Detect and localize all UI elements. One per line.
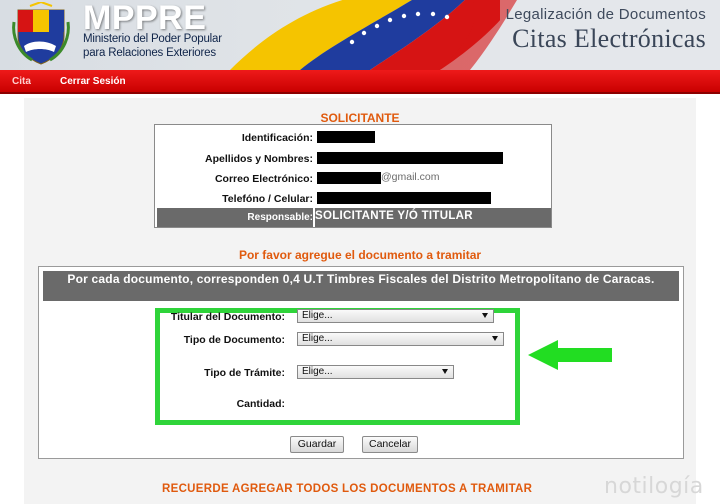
name-label: Apellidos y Nombres: bbox=[205, 153, 313, 165]
applicant-row-email: Correo Electrónico: @gmail.com bbox=[155, 169, 551, 189]
tipo-tramite-select-value: Elige... bbox=[302, 366, 333, 377]
tipo-documento-label: Tipo de Documento: bbox=[183, 334, 285, 346]
fiscal-stamps-notice: Por cada documento, corresponden 0,4 U.T… bbox=[43, 271, 679, 301]
tipo-documento-select[interactable]: Elige... bbox=[297, 332, 504, 346]
venezuela-coat-of-arms-icon bbox=[12, 2, 70, 65]
applicant-row-responsible: Responsable: SOLICITANTE Y/Ó TITULAR bbox=[157, 208, 551, 227]
nav-item-cita[interactable]: Cita bbox=[12, 76, 31, 87]
cantidad-label: Cantidad: bbox=[236, 398, 285, 410]
notilogia-watermark: notilogía bbox=[604, 474, 704, 499]
applicant-info-box: Identificación: Apellidos y Nombres: Cor… bbox=[154, 124, 552, 228]
id-label: Identificación: bbox=[241, 132, 313, 144]
save-button[interactable]: Guardar bbox=[290, 436, 344, 453]
email-label: Correo Electrónico: bbox=[214, 173, 313, 185]
phone-label: Telefóno / Celular: bbox=[222, 193, 313, 205]
name-redacted-value bbox=[317, 152, 503, 164]
content-panel: SOLICITANTE Identificación: Apellidos y … bbox=[24, 98, 696, 504]
tipo-tramite-label: Tipo de Trámite: bbox=[204, 367, 285, 379]
banner-title-citas: Citas Electrónicas bbox=[512, 24, 706, 53]
tipo-documento-select-value: Elige... bbox=[302, 333, 333, 344]
applicant-row-id: Identificación: bbox=[155, 128, 551, 148]
email-redacted-value bbox=[317, 172, 381, 184]
documents-section-title: Por favor agregue el documento a tramita… bbox=[238, 248, 482, 262]
tipo-tramite-select[interactable]: Elige... bbox=[297, 365, 454, 379]
chevron-down-icon bbox=[492, 336, 498, 341]
brand-subtitle-2: para Relaciones Exteriores bbox=[83, 47, 216, 59]
applicant-row-name: Apellidos y Nombres: bbox=[155, 149, 551, 169]
brand-subtitle-1: Ministerio del Poder Popular bbox=[83, 33, 222, 45]
responsible-label: Responsable: bbox=[247, 212, 313, 223]
cancel-button[interactable]: Cancelar bbox=[362, 436, 418, 453]
applicant-row-phone: Telefóno / Celular: bbox=[155, 189, 551, 209]
applicant-section-title: SOLICITANTE bbox=[320, 111, 400, 125]
nav-item-cerrar-sesion[interactable]: Cerrar Sesión bbox=[60, 76, 126, 87]
banner-title-legalizacion: Legalización de Documentos bbox=[505, 6, 706, 23]
nav-bar: Cita Cerrar Sesión bbox=[0, 70, 720, 94]
green-left-arrow-icon bbox=[528, 340, 612, 370]
titular-select-value: Elige... bbox=[302, 310, 333, 321]
titular-select[interactable]: Elige... bbox=[297, 309, 494, 323]
email-domain-text: @gmail.com bbox=[381, 171, 440, 183]
chevron-down-icon bbox=[442, 369, 448, 374]
chevron-down-icon bbox=[482, 313, 488, 318]
responsible-value: SOLICITANTE Y/Ó TITULAR bbox=[315, 210, 473, 222]
phone-redacted-value bbox=[317, 192, 491, 204]
header-banner: MPPRE Ministerio del Poder Popular para … bbox=[0, 0, 720, 70]
id-redacted-value bbox=[317, 131, 375, 143]
titular-label: Titular del Documento: bbox=[170, 311, 285, 323]
